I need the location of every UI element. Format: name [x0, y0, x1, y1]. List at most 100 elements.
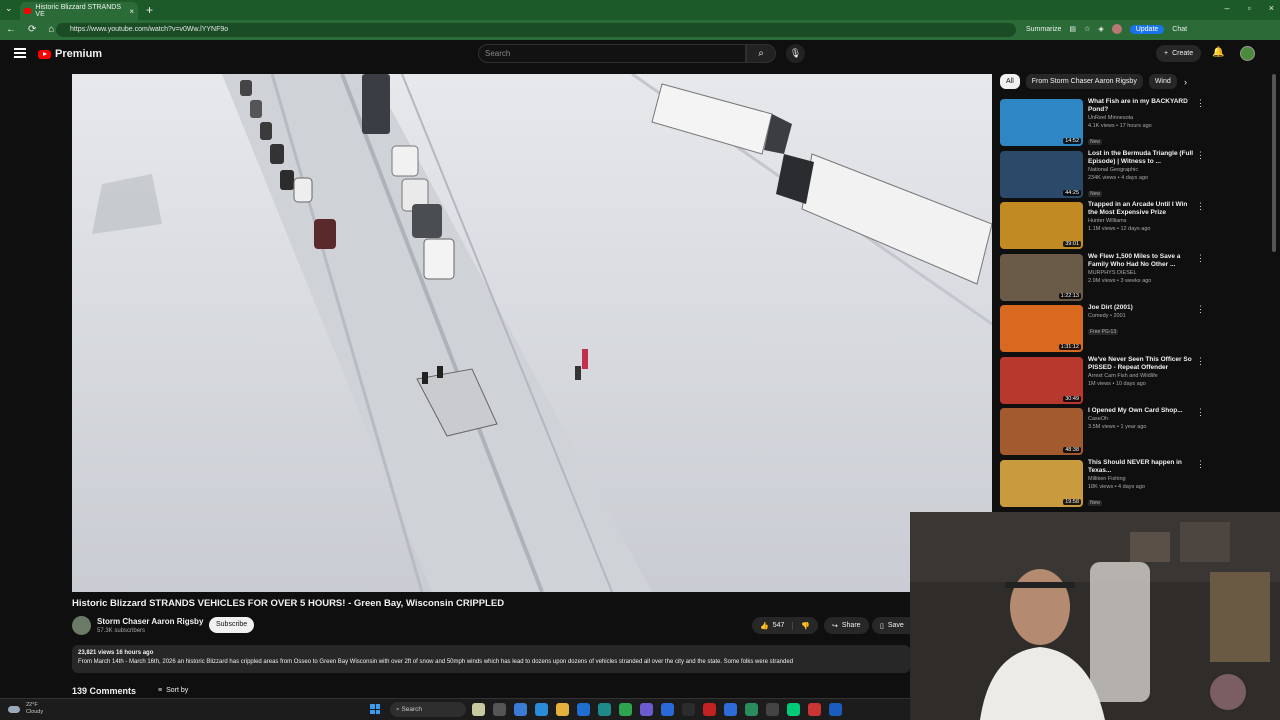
video-thumbnail[interactable]: 14:52: [1000, 99, 1083, 146]
maximize-icon[interactable]: ▫: [1248, 3, 1251, 13]
voice-search-button[interactable]: 🎙: [786, 44, 805, 63]
reload-icon[interactable]: ⟳: [28, 24, 36, 35]
recommendation-channel[interactable]: MURPHYS DIESEL: [1088, 269, 1196, 277]
channel-name[interactable]: Storm Chaser Aaron Rigsby: [97, 617, 203, 626]
recommendation-channel[interactable]: Hunter Williams: [1088, 217, 1196, 225]
more-options-icon[interactable]: ⋮: [1196, 407, 1205, 418]
recommendation-item[interactable]: 19:58 This Should NEVER happen in Texas.…: [1000, 459, 1205, 511]
recommendation-channel[interactable]: UnReel Minnesota: [1088, 114, 1196, 122]
taskbar-app-icon[interactable]: [598, 703, 611, 716]
share-button[interactable]: ↪ Share: [824, 617, 869, 634]
close-window-icon[interactable]: ×: [1269, 3, 1274, 13]
recommendation-item[interactable]: 1:31:12 Joe Dirt (2001) Comedy • 2001 Fr…: [1000, 304, 1205, 356]
more-options-icon[interactable]: ⋮: [1196, 201, 1205, 212]
recommendation-item[interactable]: 1:22:13 We Flew 1,500 Miles to Save a Fa…: [1000, 253, 1205, 305]
search-input[interactable]: Search: [478, 44, 746, 63]
url-field[interactable]: https://www.youtube.com/watch?v=v0Ww.lYY…: [56, 23, 1016, 37]
taskbar-app-icon[interactable]: [703, 703, 716, 716]
taskbar-app-icon[interactable]: [577, 703, 590, 716]
update-button[interactable]: Update: [1129, 24, 1165, 34]
dislike-button[interactable]: 👎: [793, 622, 818, 630]
summarize-button[interactable]: Summarize: [1026, 26, 1061, 33]
recommendation-channel[interactable]: National Geographic: [1088, 166, 1196, 174]
reader-icon[interactable]: ▤: [1069, 25, 1076, 33]
taskbar-app-icon[interactable]: [829, 703, 842, 716]
hamburger-menu-icon[interactable]: [14, 48, 26, 58]
video-thumbnail[interactable]: 39:01: [1000, 202, 1083, 249]
recommendation-title[interactable]: We Flew 1,500 Miles to Save a Family Who…: [1088, 253, 1196, 269]
extensions-icon[interactable]: ◈: [1098, 25, 1103, 33]
taskbar-app-icon[interactable]: [808, 703, 821, 716]
new-tab-icon[interactable]: +: [146, 3, 153, 17]
subscribe-button[interactable]: Subscribe: [209, 617, 255, 633]
chip-wind[interactable]: Wind: [1148, 74, 1177, 89]
recommendation-title[interactable]: Joe Dirt (2001): [1088, 304, 1196, 312]
taskbar-app-icon[interactable]: [472, 703, 485, 716]
more-options-icon[interactable]: ⋮: [1196, 356, 1205, 367]
recommendation-item[interactable]: 14:52 What Fish are in my BACKYARD Pond?…: [1000, 98, 1205, 150]
taskbar-app-icon[interactable]: [724, 703, 737, 716]
weather-widget[interactable]: 22°F Cloudy: [8, 702, 43, 716]
video-thumbnail[interactable]: 1:22:13: [1000, 253, 1083, 301]
taskbar-app-icon[interactable]: [766, 703, 779, 716]
sort-by-button[interactable]: ≡ Sort by: [158, 687, 188, 694]
back-icon[interactable]: ←: [6, 24, 16, 35]
recommendation-title[interactable]: I Opened My Own Card Shop...: [1088, 407, 1196, 415]
chip-from-channel[interactable]: From Storm Chaser Aaron Rigsby: [1025, 74, 1143, 89]
video-player[interactable]: ☝: [72, 74, 992, 592]
recommendation-title[interactable]: We've Never Seen This Officer So PISSED …: [1088, 356, 1196, 372]
taskbar-app-icon[interactable]: [640, 703, 653, 716]
home-icon[interactable]: ⌂: [48, 24, 54, 35]
youtube-logo[interactable]: Premium: [38, 48, 102, 60]
channel-avatar[interactable]: [72, 616, 91, 635]
recommendation-item[interactable]: 48:38 I Opened My Own Card Shop... CaseO…: [1000, 407, 1205, 459]
more-options-icon[interactable]: ⋮: [1196, 98, 1205, 109]
minimize-icon[interactable]: –: [1225, 3, 1230, 13]
recommendation-title[interactable]: Trapped in an Arcade Until I Win the Mos…: [1088, 201, 1196, 217]
taskbar-app-icon[interactable]: [535, 703, 548, 716]
taskbar-app-icon[interactable]: [745, 703, 758, 716]
profile-icon[interactable]: [1111, 24, 1122, 34]
video-thumbnail[interactable]: 1:31:12: [1000, 305, 1083, 352]
recommendation-item[interactable]: 39:01 Trapped in an Arcade Until I Win t…: [1000, 201, 1205, 253]
taskbar-app-icon[interactable]: [682, 703, 695, 716]
taskbar-app-icon[interactable]: [787, 703, 800, 716]
bookmark-star-icon[interactable]: ☆: [1084, 25, 1090, 33]
browser-tab[interactable]: Historic Blizzard STRANDS VE ×: [20, 2, 138, 20]
video-thumbnail[interactable]: 44:25: [1000, 150, 1083, 198]
chat-button[interactable]: Chat: [1172, 26, 1187, 33]
recommendation-item[interactable]: 44:25 Lost in the Bermuda Triangle (Full…: [1000, 150, 1205, 202]
like-button[interactable]: 👍 547: [752, 621, 794, 630]
chip-all[interactable]: All: [1000, 74, 1020, 89]
taskbar-app-icon[interactable]: [661, 703, 674, 716]
taskbar-app-icon[interactable]: [514, 703, 527, 716]
more-options-icon[interactable]: ⋮: [1196, 150, 1205, 161]
recommendation-channel[interactable]: Arrest Cam Fish and Wildlife: [1088, 372, 1196, 380]
more-options-icon[interactable]: ⋮: [1196, 253, 1205, 264]
taskbar-app-icon[interactable]: [619, 703, 632, 716]
description-box[interactable]: 23,821 views 16 hours ago From March 14t…: [72, 645, 910, 673]
recommendation-title[interactable]: This Should NEVER happen in Texas...: [1088, 459, 1196, 475]
scrollbar[interactable]: [1272, 74, 1276, 252]
recommendation-channel[interactable]: Comedy • 2001: [1088, 312, 1196, 320]
tab-list-icon[interactable]: ⌄: [5, 3, 13, 14]
video-thumbnail[interactable]: 30:49: [1000, 356, 1083, 404]
tab-close-icon[interactable]: ×: [129, 7, 134, 16]
taskbar-search[interactable]: ⌕ Search: [390, 702, 466, 717]
recommendation-channel[interactable]: CaseOh: [1088, 415, 1196, 423]
search-button[interactable]: ⌕: [746, 44, 776, 63]
windows-start-icon[interactable]: [370, 704, 380, 714]
recommendation-item[interactable]: 30:49 We've Never Seen This Officer So P…: [1000, 356, 1205, 408]
video-thumbnail[interactable]: 19:58: [1000, 459, 1083, 507]
more-options-icon[interactable]: ⋮: [1196, 459, 1205, 470]
video-thumbnail[interactable]: 48:38: [1000, 408, 1083, 455]
taskbar-app-icon[interactable]: [493, 703, 506, 716]
notifications-bell-icon[interactable]: 🔔: [1212, 47, 1224, 58]
recommendation-title[interactable]: What Fish are in my BACKYARD Pond?: [1088, 98, 1196, 114]
chevron-right-icon[interactable]: ›: [1184, 77, 1187, 87]
save-button[interactable]: ▯ Save: [872, 617, 912, 634]
create-button[interactable]: + Create: [1156, 45, 1202, 62]
taskbar-app-icon[interactable]: [556, 703, 569, 716]
recommendation-title[interactable]: Lost in the Bermuda Triangle (Full Episo…: [1088, 150, 1196, 166]
more-options-icon[interactable]: ⋮: [1196, 304, 1205, 315]
